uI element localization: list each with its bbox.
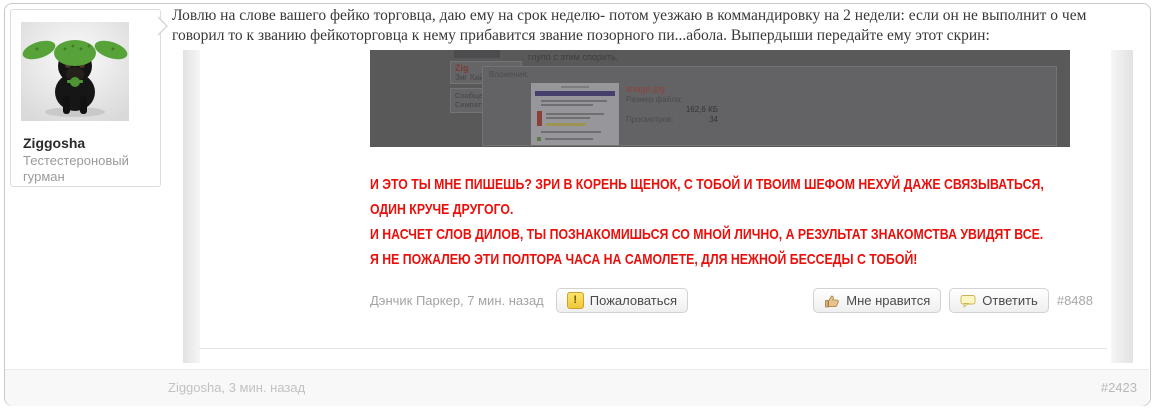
reply-button-label: Ответить [982,293,1038,308]
red-message-line: И НАСЧЕТ СЛОВ ДИЛОВ, ТЫ ПОЗНАКОМИШЬСЯ СО… [370,226,1043,243]
views-row: Просмотров: 34 [626,115,718,125]
attachment-file-info: image.jpg Размер файла: 162,6 КБ Просмот… [626,84,718,125]
filesize-value: 162,6 КБ [626,105,718,115]
views-value: 34 [709,115,718,125]
attachment-thumbnail [531,83,619,145]
red-message-line: ОДИН КРУЧЕ ДРУГОГО. [370,201,513,218]
reply-button: Ответить [949,288,1049,313]
like-button: Мне нравится [813,288,941,313]
dimmed-attachments-box: Вложения: image.jpg Размер файла [482,66,1057,146]
username-link[interactable]: Ziggosha [23,135,85,151]
attached-screenshot-image[interactable]: Zig Зиг Хайль! Сообщения: 3 Симпатии: 0 … [183,50,1133,363]
post-message-text: Ловлю на слове вашего фейко торговца, да… [172,6,1141,46]
screenshot-page-margin-left [183,50,200,363]
user-title: Тестестероновый гурман [23,153,143,185]
screenshot-footer-right: Мне нравится Ответить #8488 [813,288,1093,313]
post-footer: Ziggosha, 3 мин. назад #2423 [5,369,1149,406]
screenshot-dim-overlay: Zig Зиг Хайль! Сообщения: 3 Симпатии: 0 … [370,50,1070,147]
thumbs-up-icon [824,294,840,308]
views-label: Просмотров: [626,115,673,125]
red-message-line: Я НЕ ПОЖАЛЕЮ ЭТИ ПОЛТОРА ЧАСА НА САМОЛЕТ… [370,251,917,268]
user-card: Ziggosha Тестестероновый гурман [10,9,161,187]
screenshot-post-number: #8488 [1057,293,1093,308]
dimmed-avatar [454,50,500,58]
filesize-label: Размер файла: [626,95,718,105]
like-button-label: Мне нравится [846,293,930,308]
dimmed-message-tail: глупо с этим спорить. [528,52,618,62]
report-button: ! Пожаловаться [556,288,688,313]
attachments-label: Вложения: [489,70,529,79]
avatar[interactable] [21,22,129,121]
post-permalink[interactable]: #2423 [1101,380,1137,395]
reply-bubble-icon [960,294,976,308]
screenshot-divider [199,348,1107,349]
report-button-label: Пожаловаться [590,293,677,308]
attachment-filename: image.jpg [626,84,718,95]
forum-post-page: Ziggosha Тестестероновый гурман Ловлю на… [0,0,1156,410]
red-message-line: И ЭТО ТЫ МНЕ ПИШЕШЬ? ЗРИ В КОРЕНЬ ЩЕНОК,… [370,176,1044,193]
report-warning-icon: ! [567,292,584,309]
screenshot-author-date: Дэнчик Паркер, 7 мин. назад [370,293,544,308]
footer-author-date-link[interactable]: Ziggosha, 3 мин. назад [168,380,305,395]
screenshot-footer-left: Дэнчик Паркер, 7 мин. назад ! Пожаловать… [370,288,688,313]
screenshot-page-margin-right [1111,50,1133,363]
